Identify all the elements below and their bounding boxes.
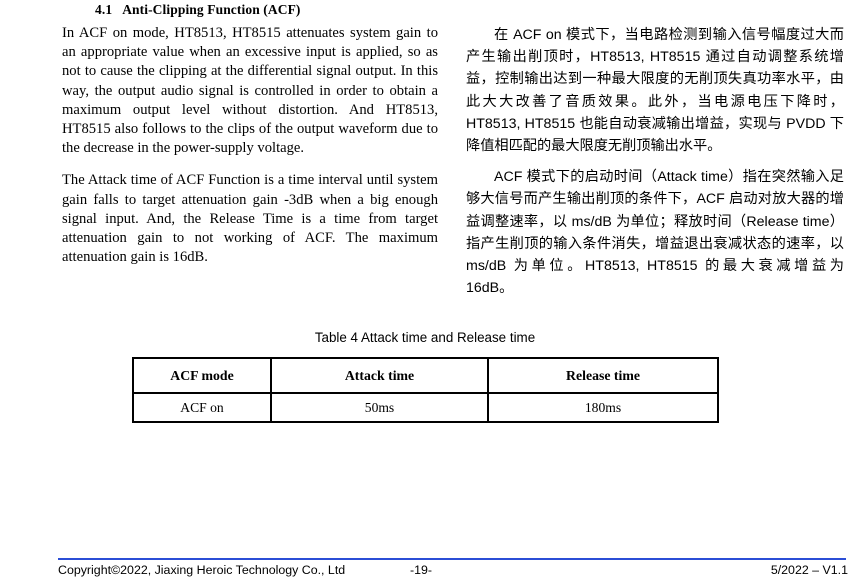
section-number: 4.1: [95, 2, 113, 17]
table-header-cell: ACF mode: [132, 357, 272, 394]
footer-version: 5/2022 – V1.1: [770, 563, 848, 577]
page-footer: Copyright©2022, Jiaxing Heroic Technolog…: [58, 563, 848, 581]
section-heading: 4.1 Anti-Clipping Function (ACF): [95, 2, 301, 18]
paragraph: In ACF on mode, HT8513, HT8515 attenuate…: [62, 25, 438, 157]
section-title: Anti-Clipping Function (ACF): [122, 2, 301, 17]
table-cell: 50ms: [270, 392, 489, 423]
paragraph: ACF 模式下的启动时间（Attack time）指在突然输入足够大信号而产生输…: [466, 169, 844, 297]
footer-page-number: -19-: [410, 563, 433, 577]
left-column-english: In ACF on mode, HT8513, HT8515 attenuate…: [62, 24, 438, 280]
right-column-chinese: 在 ACF on 模式下，当电路检测到输入信号幅度过大而产生输出削顶时，HT85…: [466, 24, 844, 308]
table-header-row: ACF mode Attack time Release time: [132, 357, 719, 394]
table-cell: ACF on: [132, 392, 272, 423]
paragraph: 在 ACF on 模式下，当电路检测到输入信号幅度过大而产生输出削顶时，HT85…: [466, 27, 844, 155]
footer-copyright: Copyright©2022, Jiaxing Heroic Technolog…: [58, 563, 346, 577]
footer-divider: [58, 558, 846, 560]
table-header-cell: Release time: [487, 357, 719, 394]
table-header-cell: Attack time: [270, 357, 489, 394]
document-page: 4.1 Anti-Clipping Function (ACF) In ACF o…: [0, 0, 850, 581]
table-cell: 180ms: [487, 392, 719, 423]
paragraph: The Attack time of ACF Function is a tim…: [62, 172, 438, 266]
attack-release-time-table: ACF mode Attack time Release time ACF on…: [132, 357, 719, 423]
table-row: ACF on 50ms 180ms: [132, 392, 719, 423]
table-caption: Table 4 Attack time and Release time: [314, 330, 536, 345]
